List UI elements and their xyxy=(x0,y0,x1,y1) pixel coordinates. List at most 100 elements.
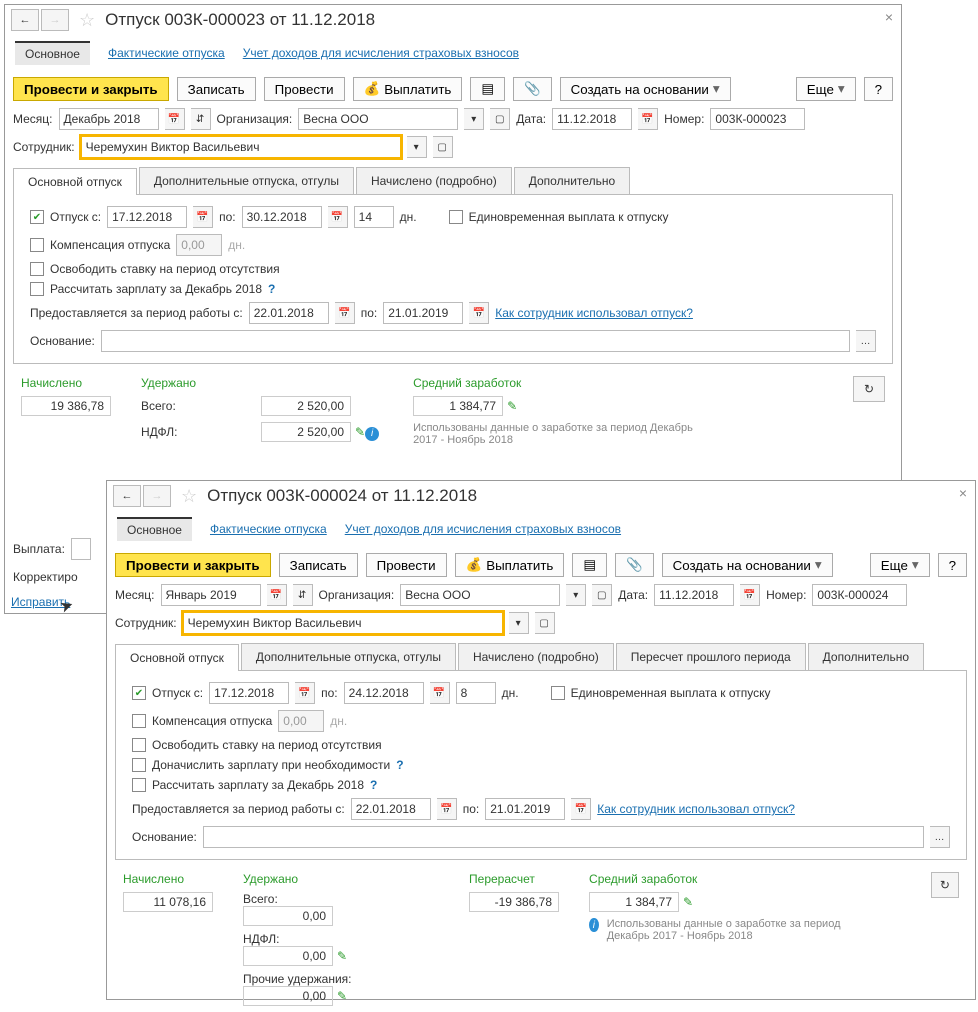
post-button[interactable]: Провести xyxy=(366,553,447,577)
nav-back-button[interactable]: ← xyxy=(113,485,141,507)
more-button[interactable]: Еще xyxy=(796,77,856,101)
num-field[interactable]: 003К-000024 xyxy=(812,584,907,606)
tab-income-accounting[interactable]: Учет доходов для исчисления страховых вз… xyxy=(243,46,519,60)
dropdown-icon[interactable]: ▾ xyxy=(464,108,484,130)
tab-additional[interactable]: Дополнительно xyxy=(808,643,924,670)
tab-accrued-detail[interactable]: Начислено (подробно) xyxy=(458,643,614,670)
extra-accrue-checkbox[interactable] xyxy=(132,758,146,772)
tab-extra-vacations[interactable]: Дополнительные отпуска, отгулы xyxy=(139,167,354,194)
vacation-to-field[interactable]: 24.12.2018 xyxy=(344,682,424,704)
tab-main-vacation[interactable]: Основной отпуск xyxy=(13,168,137,195)
tab-recalc[interactable]: Пересчет прошлого периода xyxy=(616,643,806,670)
nav-forward-button[interactable]: → xyxy=(143,485,171,507)
month-field[interactable]: Декабрь 2018 xyxy=(59,108,159,130)
nav-forward-button[interactable]: → xyxy=(41,9,69,31)
nav-back-button[interactable]: ← xyxy=(11,9,39,31)
employee-field[interactable]: Черемухин Виктор Васильевич xyxy=(183,612,503,634)
date-field[interactable]: 11.12.2018 xyxy=(552,108,632,130)
star-icon[interactable]: ☆ xyxy=(75,10,99,31)
refresh-button[interactable]: ↻ xyxy=(853,376,885,402)
compensation-checkbox[interactable] xyxy=(30,238,44,252)
dropdown-icon[interactable]: ▾ xyxy=(407,136,427,158)
info-icon[interactable]: i xyxy=(365,427,379,441)
vacation-checkbox[interactable] xyxy=(30,210,44,224)
ellipsis-icon[interactable]: … xyxy=(930,826,950,848)
help-icon[interactable]: ? xyxy=(396,758,403,772)
close-icon[interactable]: × xyxy=(959,485,967,501)
period-from-field[interactable]: 22.01.2018 xyxy=(249,302,329,324)
reason-field[interactable] xyxy=(203,826,924,848)
post-button[interactable]: Провести xyxy=(264,77,345,101)
tab-income-accounting[interactable]: Учет доходов для исчисления страховых вз… xyxy=(345,522,621,536)
help-icon[interactable]: ? xyxy=(268,282,275,296)
calendar-icon[interactable]: 📅 xyxy=(638,108,658,130)
reason-field[interactable] xyxy=(101,330,850,352)
pay-button[interactable]: 💰Выплатить xyxy=(455,553,565,577)
pay-button[interactable]: 💰Выплатить xyxy=(353,77,463,101)
open-icon[interactable]: ▢ xyxy=(535,612,555,634)
close-icon[interactable]: × xyxy=(885,9,893,25)
period-from-field[interactable]: 22.01.2018 xyxy=(351,798,431,820)
pencil-icon[interactable]: ✎ xyxy=(683,895,693,909)
calendar-icon[interactable]: 📅 xyxy=(193,206,213,228)
pencil-icon[interactable]: ✎ xyxy=(355,425,365,439)
free-rate-checkbox[interactable] xyxy=(132,738,146,752)
vacation-checkbox[interactable] xyxy=(132,686,146,700)
post-and-close-button[interactable]: Провести и закрыть xyxy=(115,553,271,577)
create-based-button[interactable]: Создать на основании xyxy=(560,77,731,101)
calendar-icon[interactable]: 📅 xyxy=(165,108,185,130)
open-icon[interactable]: ▢ xyxy=(433,136,453,158)
calc-salary-checkbox[interactable] xyxy=(30,282,44,296)
tab-actual-vacations[interactable]: Фактические отпуска xyxy=(210,522,327,536)
calendar-icon[interactable]: 📅 xyxy=(437,798,457,820)
lump-sum-checkbox[interactable] xyxy=(449,210,463,224)
calendar-icon[interactable]: 📅 xyxy=(267,584,287,606)
star-icon[interactable]: ☆ xyxy=(177,486,201,507)
vacation-from-field[interactable]: 17.12.2018 xyxy=(107,206,187,228)
org-field[interactable]: Весна ООО xyxy=(298,108,458,130)
report-button[interactable]: ▤ xyxy=(470,77,505,101)
pencil-icon[interactable]: ✎ xyxy=(337,989,347,1003)
calendar-icon[interactable]: 📅 xyxy=(335,302,355,324)
create-based-button[interactable]: Создать на основании xyxy=(662,553,833,577)
tab-extra-vacations[interactable]: Дополнительные отпуска, отгулы xyxy=(241,643,456,670)
employee-field[interactable]: Черемухин Виктор Васильевич xyxy=(81,136,401,158)
info-icon[interactable]: i xyxy=(589,918,599,932)
attach-button[interactable]: 📎 xyxy=(513,77,552,101)
pencil-icon[interactable]: ✎ xyxy=(337,949,347,963)
org-field[interactable]: Весна ООО xyxy=(400,584,560,606)
days-field[interactable]: 14 xyxy=(354,206,394,228)
help-button[interactable]: ? xyxy=(864,77,893,101)
vacation-from-field[interactable]: 17.12.2018 xyxy=(209,682,289,704)
post-and-close-button[interactable]: Провести и закрыть xyxy=(13,77,169,101)
more-button[interactable]: Еще xyxy=(870,553,930,577)
tab-main[interactable]: Основное xyxy=(117,517,192,541)
help-icon[interactable]: ? xyxy=(370,778,377,792)
report-button[interactable]: ▤ xyxy=(572,553,607,577)
calendar-icon[interactable]: 📅 xyxy=(295,682,315,704)
tab-accrued-detail[interactable]: Начислено (подробно) xyxy=(356,167,512,194)
vacation-to-field[interactable]: 30.12.2018 xyxy=(242,206,322,228)
calendar-icon[interactable]: 📅 xyxy=(469,302,489,324)
num-field[interactable]: 003К-000023 xyxy=(710,108,805,130)
help-button[interactable]: ? xyxy=(938,553,967,577)
date-field[interactable]: 11.12.2018 xyxy=(654,584,734,606)
pencil-icon[interactable]: ✎ xyxy=(507,399,517,413)
tab-main-vacation[interactable]: Основной отпуск xyxy=(115,644,239,671)
lump-sum-checkbox[interactable] xyxy=(551,686,565,700)
dropdown-icon[interactable]: ▾ xyxy=(509,612,529,634)
tab-additional[interactable]: Дополнительно xyxy=(514,167,630,194)
attach-button[interactable]: 📎 xyxy=(615,553,654,577)
dropdown-icon[interactable]: ▾ xyxy=(566,584,586,606)
ellipsis-icon[interactable]: … xyxy=(856,330,876,352)
open-icon[interactable]: ▢ xyxy=(592,584,612,606)
days-field[interactable]: 8 xyxy=(456,682,496,704)
tab-main[interactable]: Основное xyxy=(15,41,90,65)
period-to-field[interactable]: 21.01.2019 xyxy=(383,302,463,324)
calendar-icon[interactable]: 📅 xyxy=(430,682,450,704)
calendar-icon[interactable]: 📅 xyxy=(740,584,760,606)
calendar-icon[interactable]: 📅 xyxy=(328,206,348,228)
usage-link[interactable]: Как сотрудник использовал отпуск? xyxy=(495,306,693,320)
month-field[interactable]: Январь 2019 xyxy=(161,584,261,606)
usage-link[interactable]: Как сотрудник использовал отпуск? xyxy=(597,802,795,816)
